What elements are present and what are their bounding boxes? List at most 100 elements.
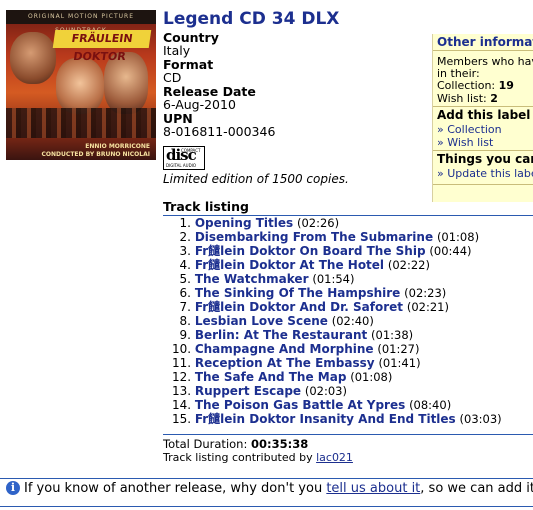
track-row: 4. Fr䭤lein Doktor At The Hotel (02:22) [172, 258, 533, 272]
track-number: 4. [179, 258, 191, 272]
collection-count-row: Collection: 19 [437, 79, 514, 92]
track-title: The Sinking Of The Hampshire [194, 286, 401, 300]
track-duration: (02:23) [404, 286, 447, 300]
things-you-can-header: Things you can [437, 152, 533, 166]
edition-note: Limited edition of 1500 copies. [163, 172, 349, 186]
track-row: 10. Champagne And Morphine (01:27) [172, 342, 533, 356]
country-value: Italy [163, 43, 191, 58]
sidebar-divider-1 [433, 106, 533, 107]
track-row: 7. Fr䭤lein Doktor And Dr. Saforet (02:21… [172, 300, 533, 314]
release-date-value: 6-Aug-2010 [163, 97, 236, 112]
total-duration: Total Duration: 00:35:38 [163, 437, 308, 451]
track-title: Opening Titles [194, 216, 294, 230]
track-row: 5. The Watchmaker (01:54) [172, 272, 533, 286]
track-number: 11. [172, 356, 192, 370]
track-row: 13. Ruppert Escape (02:03) [172, 384, 533, 398]
track-title: Disembarking From The Submarine [194, 230, 434, 244]
track-title: Reception At The Embassy [194, 356, 375, 370]
wishlist-count-row: Wish list: 2 [437, 92, 498, 105]
footer-top-rule [0, 478, 533, 479]
sidebar-divider-2 [433, 150, 533, 151]
track-duration: (01:08) [350, 370, 393, 384]
track-listing-bottom-rule [163, 434, 533, 435]
track-duration: (02:22) [387, 258, 430, 272]
track-duration: (01:41) [378, 356, 421, 370]
add-to-wishlist-link[interactable]: » Wish list [437, 136, 493, 149]
track-list: 1. Opening Titles (02:26) 2. Disembarkin… [172, 216, 533, 426]
compact-disc-logo: disc COMPACT DIGITAL AUDIO [163, 146, 205, 170]
track-title: Champagne And Morphine [194, 342, 374, 356]
track-listing-header: Track listing [163, 199, 249, 214]
tell-us-link[interactable]: tell us about it [326, 481, 420, 496]
cover-figure-center [56, 58, 104, 114]
other-information-box: Other information Members who have in th… [432, 34, 533, 202]
footer-text-before: If you know of another release, why don'… [24, 481, 323, 496]
wishlist-count: 2 [490, 92, 498, 105]
track-number: 1. [179, 216, 191, 230]
collection-label: Collection: [437, 79, 496, 92]
total-duration-label: Total Duration: [163, 437, 248, 451]
cover-band-text: ORIGINAL MOTION PICTURE SOUNDTRACK [6, 10, 156, 34]
disc-logo-top: COMPACT [181, 148, 201, 153]
track-number: 15. [172, 412, 192, 426]
cover-figure-left [10, 32, 56, 84]
cover-title-text: FRÄULEIN DOKTOR [52, 30, 152, 63]
track-number: 7. [179, 300, 191, 314]
contributor-label: Track listing contributed by [163, 451, 313, 464]
track-number: 2. [179, 230, 191, 244]
track-number: 8. [179, 314, 191, 328]
album-cover-image[interactable]: ORIGINAL MOTION PICTURE SOUNDTRACK FRÄUL… [6, 10, 156, 160]
wishlist-label: Wish list: [437, 92, 487, 105]
track-row: 3. Fr䭤lein Doktor On Board The Ship (00:… [172, 244, 533, 258]
track-title: The Watchmaker [194, 272, 309, 286]
disc-logo-bottom: DIGITAL AUDIO [166, 163, 196, 168]
track-duration: (01:08) [436, 230, 480, 244]
track-duration: (00:44) [429, 244, 472, 258]
track-duration: (08:40) [409, 398, 452, 412]
track-number: 5. [179, 272, 191, 286]
track-row: 8. Lesbian Love Scene (02:40) [172, 314, 533, 328]
footer-message: If you know of another release, why don'… [24, 481, 533, 496]
track-duration: (01:38) [371, 328, 414, 342]
track-title: Fr䭤lein Doktor And Dr. Saforet [194, 300, 404, 314]
track-title: The Poison Gas Battle At Ypres [194, 398, 406, 412]
cover-credit-composer: ENNIO MORRICONE [85, 143, 150, 150]
footer-text-after: , so we can add it to [420, 481, 533, 496]
sidebar-divider-3 [433, 184, 533, 185]
track-row: 14. The Poison Gas Battle At Ypres (08:4… [172, 398, 533, 412]
cover-credit-conductor: CONDUCTED BY BRUNO NICOLAI [41, 151, 150, 158]
other-information-header: Other information [433, 34, 533, 51]
update-label-link[interactable]: » Update this label [437, 167, 533, 180]
track-duration: (03:03) [459, 412, 502, 426]
track-title: Ruppert Escape [194, 384, 302, 398]
track-title: Berlin: At The Restaurant [194, 328, 368, 342]
track-row: 9. Berlin: At The Restaurant (01:38) [172, 328, 533, 342]
track-listing-contributor: Track listing contributed by lac021 [163, 451, 353, 464]
track-row: 2. Disembarking From The Submarine (01:0… [172, 230, 533, 244]
collection-count: 19 [498, 79, 514, 92]
track-row: 12. The Safe And The Map (01:08) [172, 370, 533, 384]
info-icon: i [6, 481, 20, 495]
track-row: 11. Reception At The Embassy (01:41) [172, 356, 533, 370]
track-title: Lesbian Love Scene [194, 314, 328, 328]
footer-bottom-rule [0, 506, 533, 507]
contributor-link[interactable]: lac021 [316, 451, 353, 464]
add-label-header: Add this label to [437, 108, 533, 122]
track-row: 15. Fr䭤lein Doktor Insanity And End Titl… [172, 412, 533, 426]
track-number: 6. [179, 286, 191, 300]
track-duration: (01:54) [312, 272, 355, 286]
track-number: 12. [172, 370, 192, 384]
track-title: Fr䭤lein Doktor On Board The Ship [194, 244, 426, 258]
format-value: CD [163, 70, 182, 85]
track-title: Fr䭤lein Doktor Insanity And End Titles [194, 412, 456, 426]
track-duration: (01:27) [377, 342, 420, 356]
track-duration: (02:21) [406, 300, 449, 314]
track-title: Fr䭤lein Doktor At The Hotel [194, 258, 385, 272]
track-number: 13. [172, 384, 192, 398]
cover-riders [6, 108, 156, 138]
total-duration-value: 00:35:38 [251, 437, 309, 451]
track-duration: (02:40) [331, 314, 374, 328]
add-to-collection-link[interactable]: » Collection [437, 123, 502, 136]
track-number: 9. [179, 328, 191, 342]
track-title: The Safe And The Map [194, 370, 347, 384]
